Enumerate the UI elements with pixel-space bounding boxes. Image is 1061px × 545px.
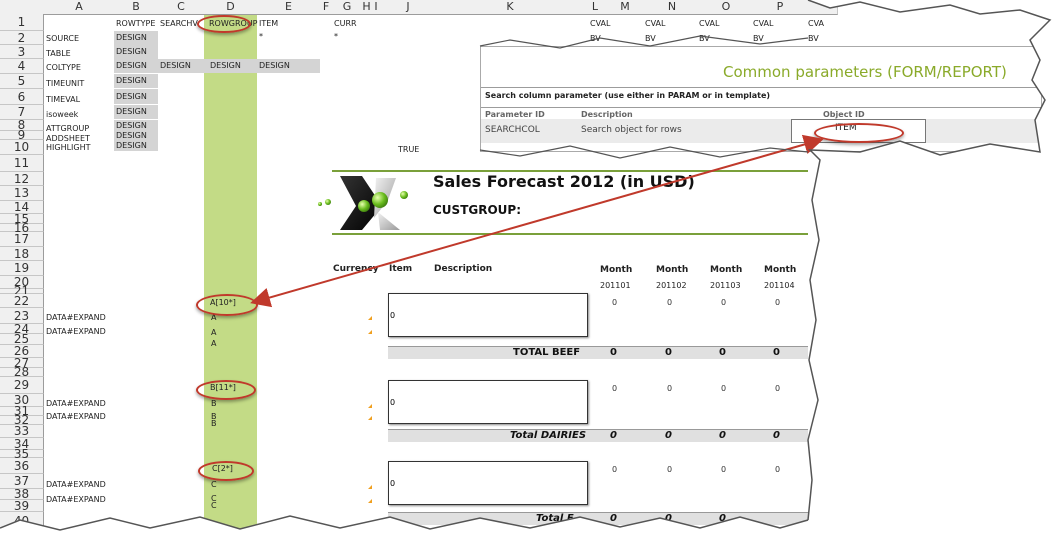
torn-edge-decoration (0, 0, 1061, 545)
spreadsheet: A B C D E F G H I J K L M N O P 12345678… (0, 0, 1061, 545)
